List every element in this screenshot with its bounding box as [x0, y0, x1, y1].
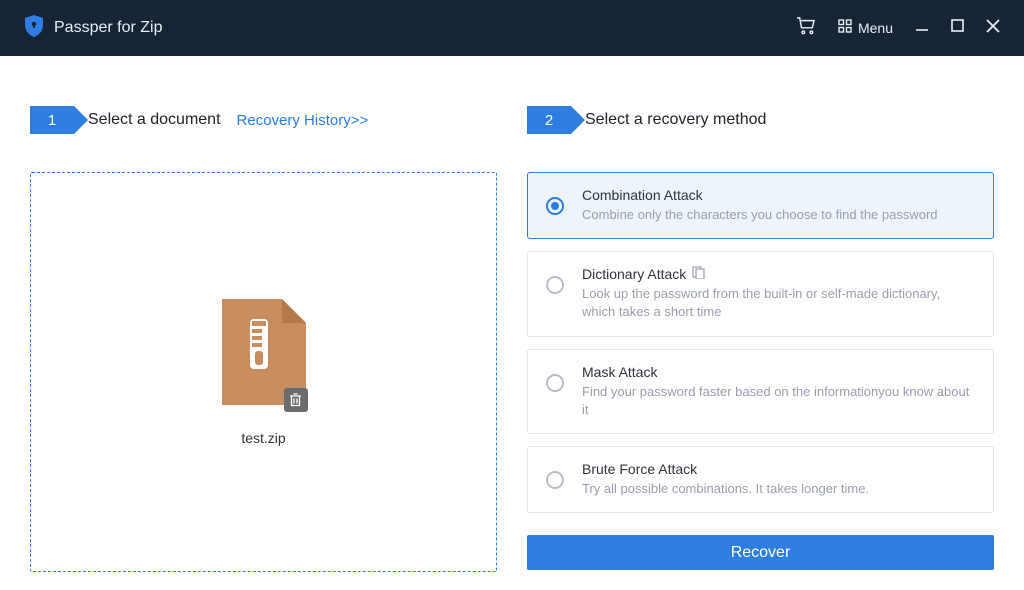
radio-icon — [546, 197, 564, 215]
radio-icon — [546, 276, 564, 294]
titlebar-right: Menu — [796, 17, 1000, 40]
app-title: Passper for Zip — [54, 19, 162, 37]
minimize-button[interactable] — [915, 19, 929, 38]
cart-icon[interactable] — [796, 17, 816, 40]
window-controls — [915, 19, 1000, 38]
document-dropzone[interactable]: test.zip — [30, 172, 497, 572]
content: 1 Select a document Recovery History>> — [0, 56, 1024, 590]
menu-button[interactable]: Menu — [838, 19, 893, 38]
step-2-header: 2 Select a recovery method — [527, 106, 994, 134]
method-dictionary-attack[interactable]: Dictionary Attack Look up the password f… — [527, 251, 994, 336]
panel-step-1: 1 Select a document Recovery History>> — [30, 106, 497, 570]
method-desc: Try all possible combinations. It takes … — [582, 480, 975, 498]
step-1-badge: 1 — [30, 106, 74, 134]
step-2-title: Select a recovery method — [585, 111, 766, 129]
method-desc: Look up the password from the built-in o… — [582, 285, 975, 321]
grid-icon — [838, 19, 852, 38]
radio-icon — [546, 471, 564, 489]
step-1-header: 1 Select a document Recovery History>> — [30, 106, 497, 134]
method-combination-attack[interactable]: Combination Attack Combine only the char… — [527, 172, 994, 239]
method-title: Mask Attack — [582, 364, 975, 380]
panel-step-2: 2 Select a recovery method Combination A… — [527, 106, 994, 570]
method-brute-force-attack[interactable]: Brute Force Attack Try all possible comb… — [527, 446, 994, 513]
method-desc: Combine only the characters you choose t… — [582, 206, 975, 224]
zip-file-icon — [222, 299, 306, 410]
method-desc: Find your password faster based on the i… — [582, 383, 975, 419]
close-button[interactable] — [986, 19, 1000, 38]
recovery-history-link[interactable]: Recovery History>> — [237, 112, 369, 129]
step-2-badge: 2 — [527, 106, 571, 134]
selected-file-name: test.zip — [241, 430, 285, 446]
menu-label: Menu — [858, 20, 893, 36]
maximize-button[interactable] — [951, 19, 964, 37]
shield-icon — [24, 15, 44, 42]
step-1-title: Select a document — [88, 111, 221, 129]
recovery-methods-list: Combination Attack Combine only the char… — [527, 172, 994, 513]
delete-file-button[interactable] — [284, 388, 308, 412]
titlebar-left: Passper for Zip — [24, 15, 162, 42]
radio-icon — [546, 374, 564, 392]
dictionary-settings-icon[interactable] — [692, 266, 705, 282]
method-mask-attack[interactable]: Mask Attack Find your password faster ba… — [527, 349, 994, 434]
method-title: Combination Attack — [582, 187, 975, 203]
titlebar: Passper for Zip Menu — [0, 0, 1024, 56]
method-title: Dictionary Attack — [582, 266, 975, 282]
recover-button[interactable]: Recover — [527, 535, 994, 570]
method-title: Brute Force Attack — [582, 461, 975, 477]
